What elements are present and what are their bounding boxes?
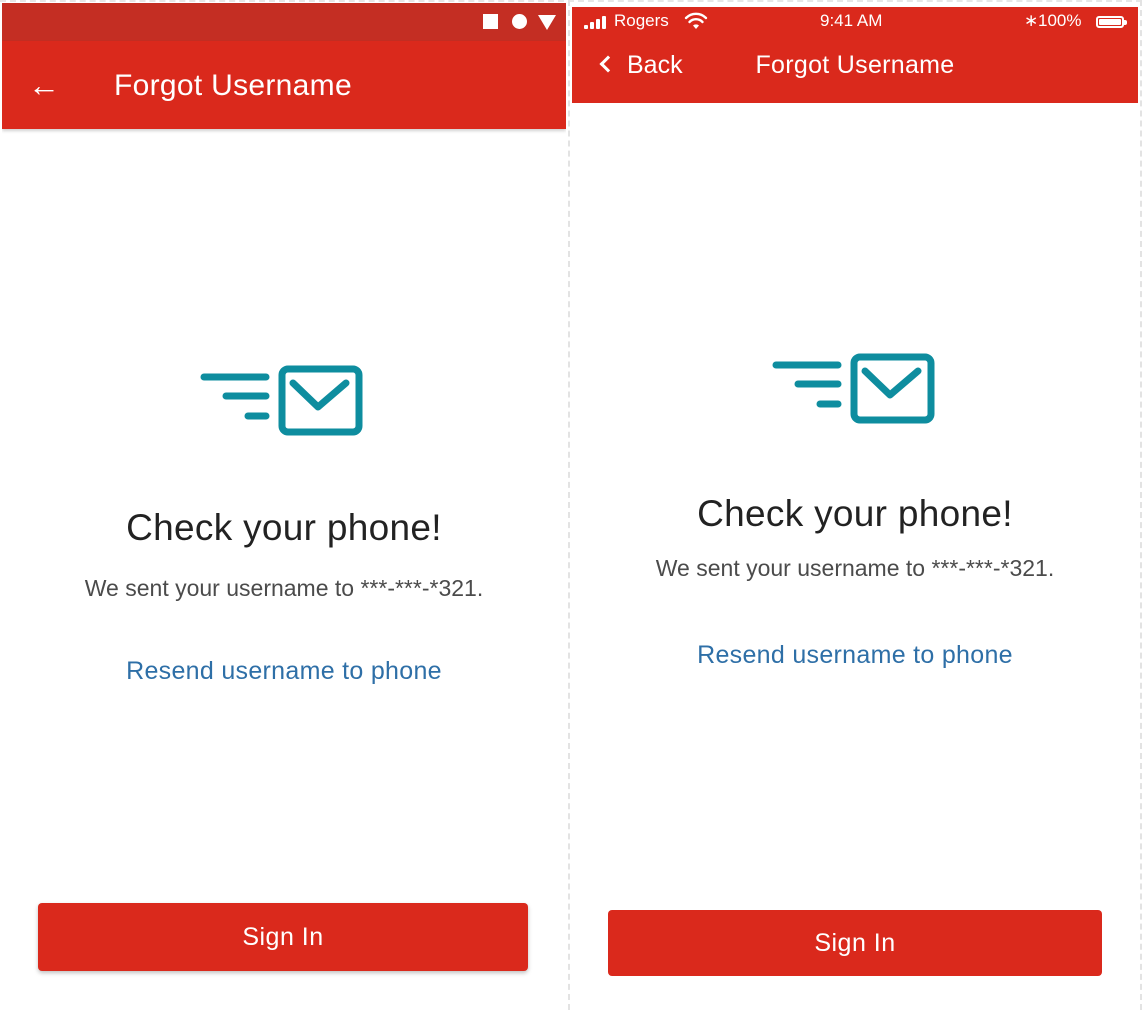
sign-in-button[interactable]: Sign In xyxy=(608,910,1102,976)
mail-sent-icon xyxy=(200,365,363,436)
ios-nav-bar: Rogers 9:41 AM ∗ 100% Back Forgot Userna… xyxy=(572,7,1138,103)
heading: Check your phone! xyxy=(697,493,1013,534)
page-title: Forgot Username xyxy=(755,51,955,79)
android-app-bar: ← Forgot Username xyxy=(2,41,566,129)
screen-divider xyxy=(568,0,570,1010)
arrow-left-icon[interactable]: ← xyxy=(28,69,62,101)
sign-in-button[interactable]: Sign In xyxy=(38,903,528,971)
resend-username-link[interactable]: Resend username to phone xyxy=(2,657,566,686)
home-circle-icon xyxy=(512,14,527,29)
ios-screen: Rogers 9:41 AM ∗ 100% Back Forgot Userna… xyxy=(572,7,1138,1003)
heading: Check your phone! xyxy=(126,507,442,548)
confirmation-message: We sent your username to ***-***-*321. xyxy=(655,555,1055,581)
resend-username-link[interactable]: Resend username to phone xyxy=(572,641,1138,670)
back-triangle-icon xyxy=(538,15,556,30)
signal-strength-icon xyxy=(584,16,610,29)
bluetooth-icon: ∗ xyxy=(1024,11,1039,30)
stop-square-icon xyxy=(483,14,498,29)
confirmation-message: We sent your username to ***-***-*321. xyxy=(84,575,484,601)
page-title: Forgot Username xyxy=(114,69,352,102)
battery-icon xyxy=(1096,16,1127,28)
battery-percentage: 100% xyxy=(1038,11,1082,30)
android-status-bar xyxy=(2,3,566,41)
mail-sent-icon xyxy=(772,353,935,424)
status-time: 9:41 AM xyxy=(820,11,883,30)
wifi-icon xyxy=(684,12,708,29)
android-screen: ← Forgot Username Check your phone! We s… xyxy=(2,3,566,1003)
canvas-top-border xyxy=(0,0,1142,2)
carrier-name: Rogers xyxy=(614,11,669,30)
